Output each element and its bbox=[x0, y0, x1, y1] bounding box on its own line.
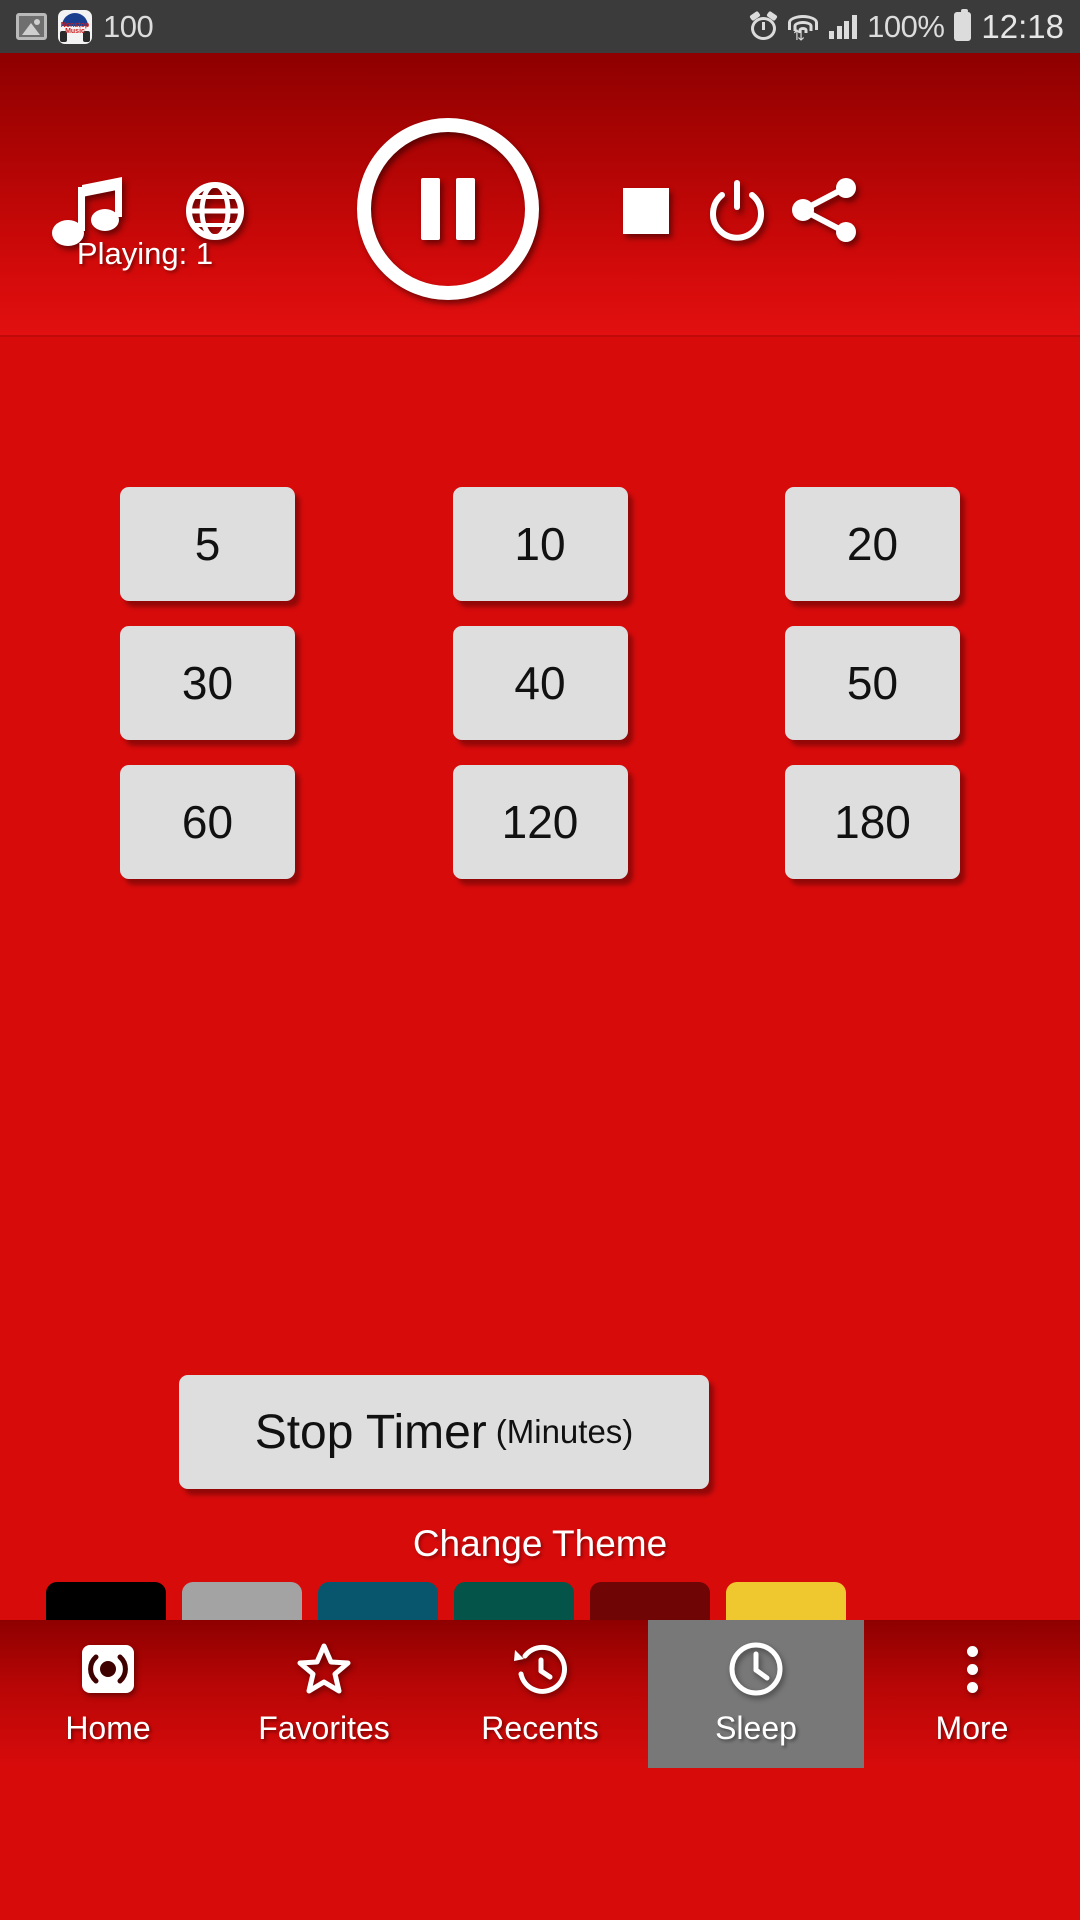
nonstop-music-app-icon: Nonstop Music bbox=[58, 9, 92, 44]
stop-timer-unit: (Minutes) bbox=[495, 1413, 634, 1450]
clock-time: 12:18 bbox=[981, 7, 1064, 45]
battery-icon bbox=[954, 9, 972, 41]
pause-ring bbox=[357, 118, 539, 300]
gallery-icon bbox=[16, 13, 47, 40]
timer-preset-10[interactable]: 10 bbox=[452, 487, 628, 601]
power-icon[interactable] bbox=[706, 179, 768, 241]
timer-row: 5 10 20 bbox=[120, 487, 960, 601]
status-bar-left: Nonstop Music 100 bbox=[16, 8, 154, 45]
nav-item-recents[interactable]: Recents bbox=[432, 1620, 648, 1768]
timer-preset-180[interactable]: 180 bbox=[785, 765, 960, 879]
pause-bar-right bbox=[456, 178, 475, 240]
timer-preset-20[interactable]: 20 bbox=[785, 487, 960, 601]
nav-item-more[interactable]: More bbox=[864, 1620, 1080, 1768]
pause-bar-left bbox=[421, 178, 440, 240]
nav-label-recents: Recents bbox=[481, 1710, 599, 1746]
timer-preset-120[interactable]: 120 bbox=[452, 765, 628, 879]
timer-preset-40[interactable]: 40 bbox=[452, 626, 628, 740]
history-clock-icon bbox=[511, 1641, 569, 1697]
pause-circle-icon[interactable] bbox=[357, 118, 539, 300]
status-bar: Nonstop Music 100 ⇅ 100% 12:18 bbox=[0, 0, 1080, 53]
player-controls bbox=[0, 53, 1080, 300]
nav-label-home: Home bbox=[65, 1710, 151, 1746]
timer-preset-60[interactable]: 60 bbox=[120, 765, 295, 879]
nav-label-sleep: Sleep bbox=[715, 1710, 797, 1746]
nav-item-sleep[interactable]: Sleep bbox=[648, 1620, 864, 1768]
globe-icon[interactable] bbox=[185, 181, 245, 241]
nav-label-favorites: Favorites bbox=[258, 1710, 390, 1746]
timer-preset-5[interactable]: 5 bbox=[120, 487, 295, 601]
stop-square bbox=[623, 188, 669, 234]
nav-label-more: More bbox=[935, 1710, 1009, 1746]
battery-percent-label: 100% bbox=[867, 8, 945, 44]
stop-timer-button[interactable]: Stop Timer (Minutes) bbox=[179, 1375, 709, 1489]
stop-square-icon[interactable] bbox=[618, 183, 674, 239]
more-dots bbox=[966, 1645, 978, 1693]
wifi-icon: ⇅ bbox=[787, 14, 819, 42]
sleep-timer-screen: 5 10 20 30 40 50 60 120 180 Stop Timer (… bbox=[0, 335, 1080, 1768]
player-header: Playing: 1 bbox=[0, 53, 1080, 335]
app-icon-label-line2: Music bbox=[65, 28, 85, 35]
app-icon-label: Nonstop Music bbox=[61, 22, 89, 36]
alarm-icon bbox=[749, 10, 778, 40]
bottom-navigation: Home Favorites Recents Sleep More bbox=[0, 1620, 1080, 1768]
status-bar-right: ⇅ 100% 12:18 bbox=[749, 7, 1064, 46]
signal-icon bbox=[829, 14, 857, 39]
radio-broadcast-icon bbox=[80, 1641, 136, 1697]
share-icon[interactable] bbox=[790, 177, 860, 243]
nav-item-favorites[interactable]: Favorites bbox=[216, 1620, 432, 1768]
timer-row: 60 120 180 bbox=[120, 765, 960, 879]
timer-preset-grid: 5 10 20 30 40 50 60 120 180 bbox=[0, 487, 1080, 879]
star-outline-icon bbox=[296, 1641, 352, 1697]
playing-label: Playing: 1 bbox=[76, 236, 214, 271]
change-theme-label: Change Theme bbox=[412, 1523, 668, 1564]
timer-preset-50[interactable]: 50 bbox=[785, 626, 960, 740]
more-vertical-icon bbox=[966, 1641, 978, 1697]
stop-timer-label: Stop Timer bbox=[254, 1405, 487, 1459]
clock-icon bbox=[728, 1641, 784, 1697]
timer-row: 30 40 50 bbox=[120, 626, 960, 740]
timer-preset-30[interactable]: 30 bbox=[120, 626, 295, 740]
notification-count: 100 bbox=[103, 8, 154, 44]
nav-item-home[interactable]: Home bbox=[0, 1620, 216, 1768]
